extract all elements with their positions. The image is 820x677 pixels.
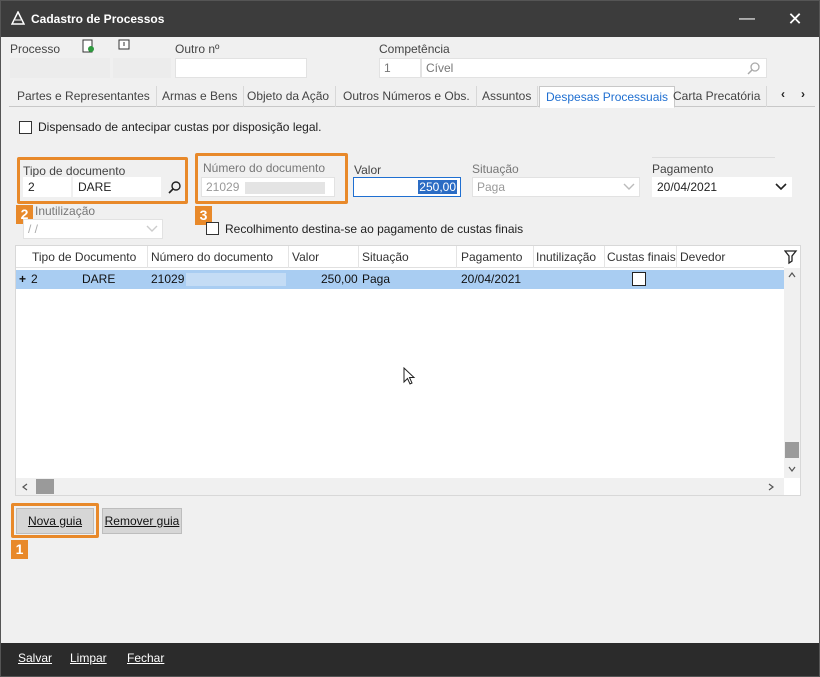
col-separator	[676, 246, 677, 268]
pagamento-label: Pagamento	[652, 162, 714, 176]
cell-code: 2	[31, 272, 38, 286]
tab-assuntos[interactable]: Assuntos	[476, 86, 539, 107]
title-bar: Cadastro de Processos — ✕	[1, 1, 819, 37]
tab-objeto[interactable]: Objeto da Ação	[241, 86, 337, 107]
scroll-up-icon[interactable]	[788, 272, 796, 278]
col-tipo-documento[interactable]: Tipo de Documento	[32, 250, 136, 264]
cell-custas-finais-checkbox[interactable]	[632, 272, 646, 286]
scroll-right-icon[interactable]	[768, 483, 774, 491]
scroll-left-icon[interactable]	[22, 483, 28, 491]
col-custas-finais[interactable]: Custas finais	[607, 250, 676, 264]
competencia-label: Competência	[379, 42, 450, 56]
window-title: Cadastro de Processos	[31, 12, 165, 26]
pagamento-divider	[652, 157, 775, 158]
outro-numero-field[interactable]	[175, 58, 307, 78]
tab-next-arrow[interactable]: ›	[801, 87, 805, 101]
col-valor[interactable]: Valor	[292, 250, 319, 264]
tab-armas[interactable]: Armas e Bens	[156, 86, 245, 107]
cadastro-window: Cadastro de Processos — ✕ Processo Outro…	[0, 0, 820, 677]
situacao-select[interactable]: Paga	[472, 177, 640, 197]
col-devedor[interactable]: Devedor	[680, 250, 725, 264]
inutilizacao-label: Inutilização	[35, 204, 96, 218]
footer-bar: Salvar Limpar Fechar	[1, 643, 819, 676]
competencia-value-field[interactable]: Cível	[421, 58, 767, 78]
col-separator	[533, 246, 534, 268]
outro-numero-label: Outro nº	[175, 42, 220, 56]
horizontal-scrollbar[interactable]	[16, 478, 784, 495]
valor-label: Valor	[354, 163, 382, 177]
cell-valor: 250,00	[321, 272, 358, 286]
horizontal-scroll-thumb[interactable]	[36, 479, 54, 494]
new-document-icon[interactable]	[81, 39, 95, 53]
table-row[interactable]: + 2 DARE 21029 250,00 Paga 20/04/2021	[16, 270, 784, 289]
tab-prev-arrow[interactable]: ‹	[781, 87, 785, 101]
highlight-numero-documento	[195, 153, 348, 204]
tab-partes[interactable]: Partes e Representantes	[11, 86, 157, 107]
filter-icon[interactable]	[784, 249, 798, 265]
pagamento-chevron-down-icon	[775, 183, 787, 191]
dispensado-label: Dispensado de antecipar custas por dispo…	[38, 120, 322, 134]
vertical-scroll-thumb[interactable]	[785, 442, 799, 458]
processo-label: Processo	[10, 42, 61, 56]
recolhimento-label: Recolhimento destina-se ao pagamento de …	[225, 222, 524, 236]
dispensado-checkbox[interactable]	[19, 121, 32, 134]
pagamento-value: 20/04/2021	[657, 180, 718, 194]
inutilizacao-select[interactable]: / /	[23, 219, 163, 239]
limpar-link[interactable]: Limpar	[70, 651, 107, 665]
col-separator	[288, 246, 289, 268]
col-separator	[147, 246, 148, 268]
salvar-link[interactable]: Salvar	[18, 651, 52, 665]
search-icon[interactable]	[747, 61, 761, 75]
situacao-label: Situação	[472, 162, 519, 176]
pagamento-select[interactable]: 20/04/2021	[652, 177, 792, 197]
recolhimento-checkbox[interactable]	[206, 222, 219, 235]
col-pagamento[interactable]: Pagamento	[461, 250, 522, 264]
col-situacao[interactable]: Situação	[362, 250, 409, 264]
tab-outros-numeros[interactable]: Outros Números e Obs.	[337, 86, 477, 107]
callout-1-badge: 1	[11, 540, 28, 559]
tab-despesas[interactable]: Despesas Processuais	[539, 86, 676, 108]
row-expand-icon[interactable]: +	[19, 272, 26, 286]
col-separator	[456, 246, 457, 268]
valor-input[interactable]: 250,00	[353, 177, 461, 197]
col-numero-documento[interactable]: Número do documento	[151, 250, 273, 264]
comment-icon[interactable]	[117, 39, 131, 53]
processo-field-2[interactable]	[113, 58, 171, 78]
competencia-code-field[interactable]: 1	[379, 58, 421, 78]
cell-tipo: DARE	[82, 272, 116, 286]
redacted-cell-block	[186, 273, 286, 286]
highlight-nova-guia	[11, 503, 99, 538]
close-button[interactable]: ✕	[781, 7, 809, 31]
vertical-scrollbar[interactable]	[784, 268, 800, 478]
remover-guia-button[interactable]: Remover guia	[102, 508, 182, 534]
cell-situacao: Paga	[362, 272, 391, 286]
fechar-link[interactable]: Fechar	[127, 651, 164, 665]
mouse-cursor-icon	[403, 367, 416, 385]
highlight-tipo-documento	[17, 157, 188, 204]
cell-numero: 21029	[151, 272, 185, 286]
situacao-chevron-down-icon	[623, 183, 635, 190]
app-logo-icon	[11, 11, 25, 25]
situacao-value: Paga	[477, 180, 506, 194]
inutilizacao-value: / /	[28, 222, 39, 236]
col-separator	[358, 246, 359, 268]
scroll-down-icon[interactable]	[788, 466, 796, 472]
processo-field-1[interactable]	[10, 58, 110, 78]
tab-carta-precatoria[interactable]: Carta Precatória	[667, 86, 768, 107]
cell-pagamento: 20/04/2021	[461, 272, 522, 286]
col-inutilizacao[interactable]: Inutilização	[536, 250, 596, 264]
valor-selected-text: 250,00	[418, 180, 457, 194]
tab-strip: Partes e Representantes Armas e Bens Obj…	[9, 86, 815, 108]
grid-header: Tipo de Documento Número do documento Va…	[16, 246, 784, 268]
minimize-button[interactable]: —	[733, 7, 761, 31]
col-separator	[604, 246, 605, 268]
remover-guia-label: Remover guia	[104, 514, 180, 528]
inutilizacao-chevron-down-icon	[146, 225, 158, 232]
